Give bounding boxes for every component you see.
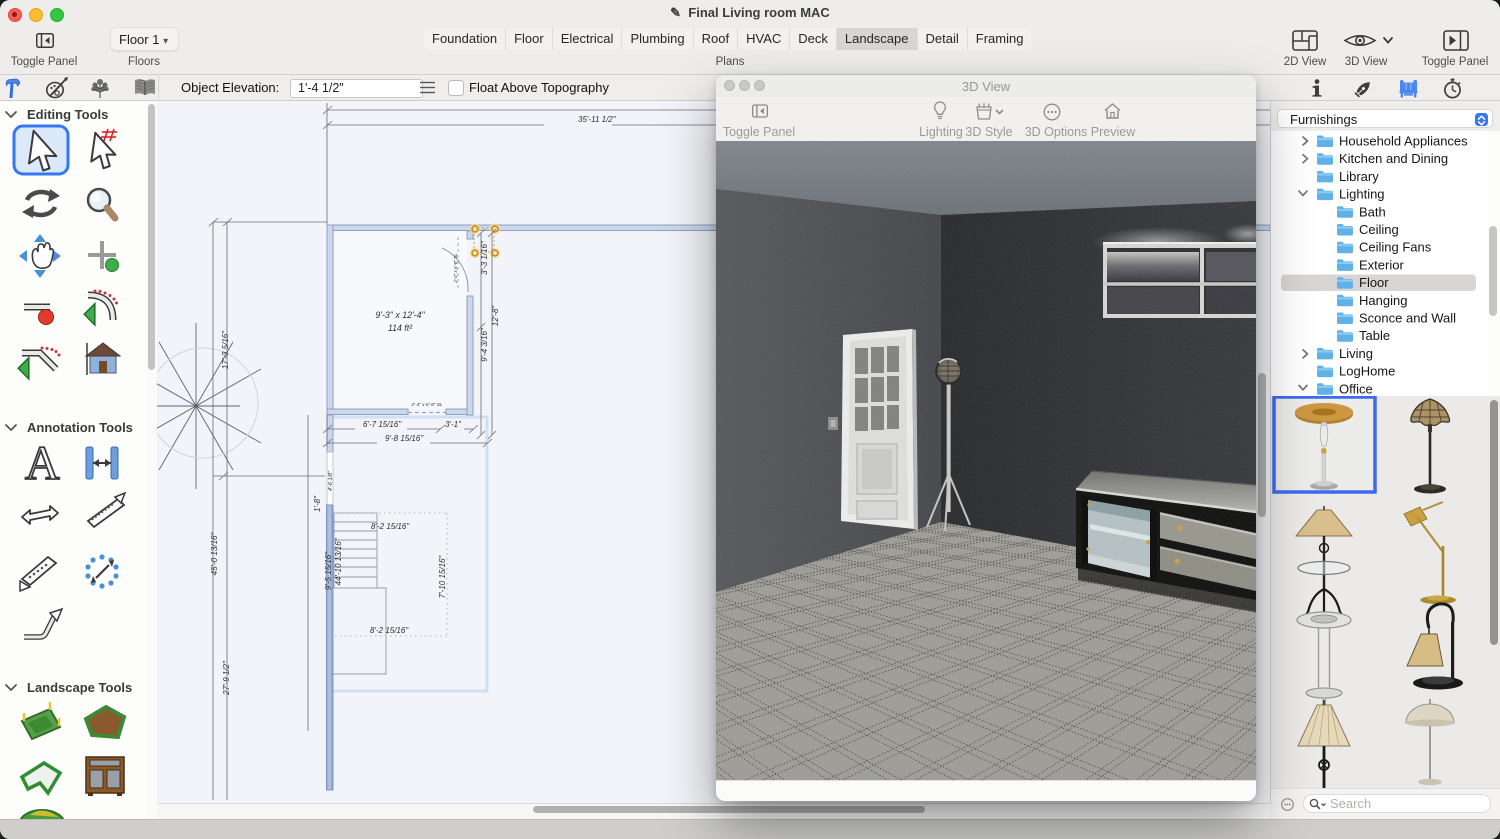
svg-text:7'-10 15/16": 7'-10 15/16" <box>438 555 447 599</box>
svg-text:12'-8": 12'-8" <box>491 305 500 327</box>
svg-text:3'-1": 3'-1" <box>445 420 462 429</box>
svg-text:Kitchen and Dining: Kitchen and Dining <box>1339 151 1448 166</box>
svg-text:17'-3 5/16": 17'-3 5/16" <box>221 330 230 369</box>
svg-text:Hanging: Hanging <box>1359 293 1407 308</box>
svg-text:Lighting: Lighting <box>1339 187 1385 202</box>
svg-text:Exterior: Exterior <box>1359 257 1404 272</box>
svg-text:Editing Tools: Editing Tools <box>27 107 108 122</box>
svg-text:Floor: Floor <box>1359 275 1389 290</box>
svg-text:9'-3" x 12'-4": 9'-3" x 12'-4" <box>375 310 425 320</box>
svg-text:Annotation Tools: Annotation Tools <box>27 420 133 435</box>
svg-text:44'-10 13/16": 44'-10 13/16" <box>334 537 343 585</box>
svg-text:Household Appliances: Household Appliances <box>1339 134 1468 149</box>
svg-text:3'-3 1/16": 3'-3 1/16" <box>480 240 489 275</box>
svg-text:LogHome: LogHome <box>1339 364 1395 379</box>
svg-text:Living: Living <box>1339 346 1373 361</box>
svg-text:2'-4" x 6'-8" SL: 2'-4" x 6'-8" SL <box>453 253 458 284</box>
svg-text:Sconce and Wall: Sconce and Wall <box>1359 311 1456 326</box>
svg-text:35'-11 1/2": 35'-11 1/2" <box>578 115 617 124</box>
svg-text:Office: Office <box>1339 381 1373 396</box>
svg-text:45'-0 13/16": 45'-0 13/16" <box>210 532 219 576</box>
svg-text:Library: Library <box>1339 169 1379 184</box>
svg-text:A: A <box>25 437 60 490</box>
svg-text:8'-2 15/16": 8'-2 15/16" <box>370 626 409 635</box>
svg-text:2'-4" x 6'-8" SL: 2'-4" x 6'-8" SL <box>410 402 443 408</box>
svg-text:9'-5 15/16": 9'-5 15/16" <box>324 551 333 590</box>
svg-text:27'-9 1/2": 27'-9 1/2" <box>222 660 231 696</box>
svg-text:6'-7 15/16": 6'-7 15/16" <box>363 420 402 429</box>
svg-text:8'-2 15/16": 8'-2 15/16" <box>371 522 410 531</box>
svg-text:4'-6 1/8": 4'-6 1/8" <box>328 470 334 491</box>
svg-text:114 ft²: 114 ft² <box>388 323 413 333</box>
svg-text:9'-4 3/16": 9'-4 3/16" <box>480 327 489 362</box>
svg-text:Table: Table <box>1359 328 1390 343</box>
svg-text:1'-8": 1'-8" <box>313 495 322 512</box>
svg-text:Bath: Bath <box>1359 204 1386 219</box>
svg-text:Landscape Tools: Landscape Tools <box>27 680 132 695</box>
svg-text:9'-8 15/16": 9'-8 15/16" <box>385 434 424 443</box>
svg-text:Ceiling: Ceiling <box>1359 222 1399 237</box>
svg-text:Ceiling Fans: Ceiling Fans <box>1359 240 1432 255</box>
